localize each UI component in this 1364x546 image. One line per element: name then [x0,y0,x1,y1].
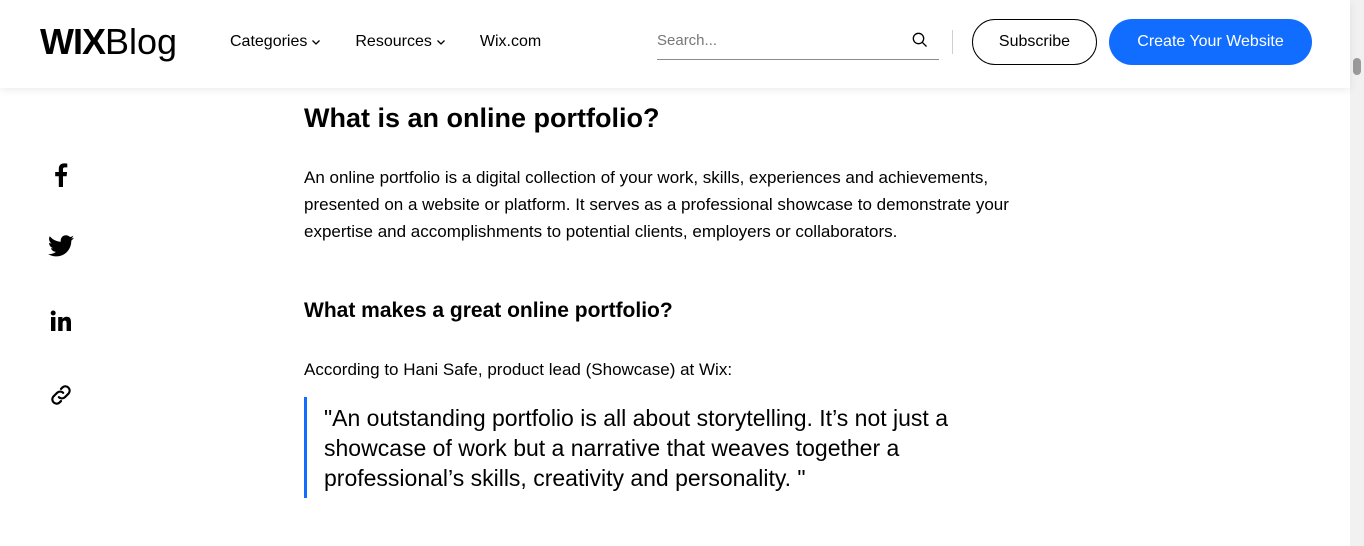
twitter-icon [48,235,74,257]
nav-categories-label: Categories [230,33,308,50]
share-facebook-button[interactable] [48,162,74,188]
intro-paragraph: An online portfolio is a digital collect… [304,168,1009,241]
share-twitter-button[interactable] [48,233,74,259]
logo-blog-text: Blog [105,21,178,62]
subscribe-button[interactable]: Subscribe [972,19,1097,65]
nav-categories[interactable]: Categories [230,33,321,51]
site-header: WIXBlog Categories Resources Wix.com Su [0,0,1350,88]
search-icon[interactable] [911,31,929,49]
main-nav: Categories Resources Wix.com [230,33,575,51]
page-scrollbar[interactable] [1350,0,1364,546]
section-subheading: What makes a great online portfolio? [304,299,673,322]
wix-blog-logo[interactable]: WIX Blog [40,22,177,62]
chevron-down-icon [436,40,445,45]
page: WIXBlog Categories Resources Wix.com Su [0,0,1364,546]
link-icon [51,385,71,405]
nav-wix-com-label: Wix.com [479,33,542,50]
share-linkedin-button[interactable] [48,308,74,334]
attribution-text: According to Hani Safe, product lead (Sh… [304,360,733,379]
logo-wix-text: WIX [40,21,106,62]
nav-resources[interactable]: Resources [355,33,445,51]
search-input[interactable] [657,26,897,54]
search-box [657,26,939,60]
scrollbar-thumb[interactable] [1353,58,1361,75]
pull-quote: "An outstanding portfolio is all about s… [304,397,1024,498]
create-website-button[interactable]: Create Your Website [1109,19,1312,65]
chevron-down-icon [312,40,321,45]
section-heading: What is an online portfolio? [304,103,660,133]
nav-resources-label: Resources [355,33,432,50]
linkedin-icon [50,310,71,331]
facebook-icon [55,163,68,187]
nav-wix-com[interactable]: Wix.com [480,33,541,51]
header-divider [952,30,953,54]
copy-link-button[interactable] [48,382,74,408]
